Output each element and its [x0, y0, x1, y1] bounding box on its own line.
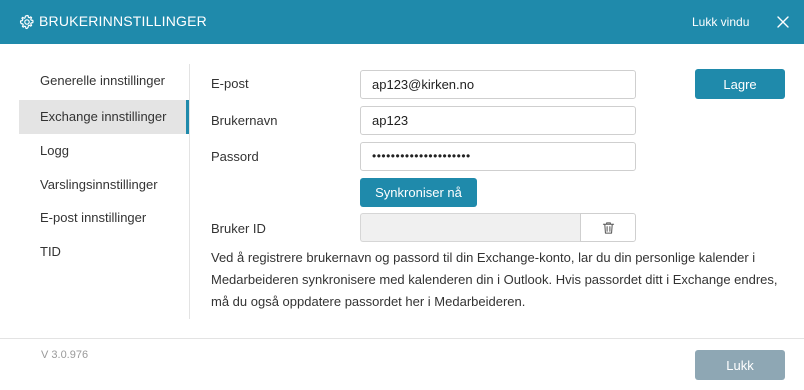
footer-divider: [0, 338, 804, 339]
version-label: V 3.0.976: [41, 349, 89, 361]
window-title: BRUKERINNSTILLINGER: [39, 13, 207, 29]
user-id-label: Bruker ID: [211, 221, 266, 236]
title-bar: BRUKERINNSTILLINGER Lukk vindu: [0, 0, 804, 44]
sidebar-item-tid[interactable]: TID: [19, 235, 189, 269]
delete-user-id-button[interactable]: [580, 213, 636, 242]
close-button[interactable]: Lukk: [695, 350, 785, 380]
sidebar-item-email[interactable]: E-post innstillinger: [19, 201, 189, 235]
sidebar-item-notifications[interactable]: Varslingsinnstillinger: [19, 168, 189, 202]
settings-sidebar: Generelle innstillinger Exchange innstil…: [19, 64, 190, 319]
email-field[interactable]: ap123@kirken.no: [360, 70, 636, 99]
sidebar-item-exchange[interactable]: Exchange innstillinger: [19, 100, 189, 134]
close-icon[interactable]: [775, 14, 791, 30]
email-label: E-post: [211, 76, 249, 91]
sidebar-item-general[interactable]: Generelle innstillinger: [19, 64, 189, 98]
trash-icon: [602, 222, 615, 234]
sync-now-button[interactable]: Synkroniser nå: [360, 178, 477, 207]
password-label: Passord: [211, 149, 259, 164]
username-label: Brukernavn: [211, 113, 278, 128]
user-id-field: [360, 213, 581, 242]
exchange-info-text: Ved å registrere brukernavn og passord t…: [211, 250, 778, 309]
save-button[interactable]: Lagre: [695, 69, 785, 99]
sidebar-item-log[interactable]: Logg: [19, 134, 189, 168]
username-field[interactable]: ap123: [360, 106, 636, 135]
password-field[interactable]: •••••••••••••••••••••: [360, 142, 636, 171]
close-window-link[interactable]: Lukk vindu: [692, 15, 749, 29]
gear-icon: [19, 14, 34, 30]
